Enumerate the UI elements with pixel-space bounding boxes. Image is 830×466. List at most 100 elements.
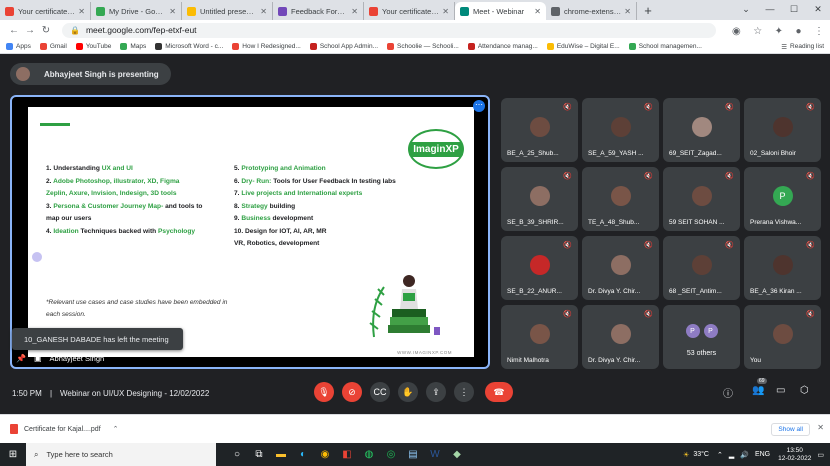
bookmark-item[interactable]: Maps — [120, 43, 146, 50]
browser-tab[interactable]: chrome-extension://...✕ — [546, 2, 637, 20]
presenting-pill[interactable]: Abhayjeet Singh is presenting — [10, 63, 171, 85]
menu-icon[interactable]: ⋮ — [814, 26, 824, 37]
windows-start-icon[interactable]: ⊞ — [0, 449, 26, 460]
app-icon[interactable]: ◆ — [446, 443, 468, 466]
tray-chevron-icon[interactable]: ⌃ — [717, 451, 723, 459]
browser-tab[interactable]: Feedback Form " We...✕ — [273, 2, 364, 20]
camera-off-button[interactable]: ⊘ — [342, 382, 362, 402]
bookmark-item[interactable]: YouTube — [75, 43, 111, 50]
browser-tab[interactable]: My Drive - Google Drive✕ — [91, 2, 182, 20]
close-tab-icon[interactable]: ✕ — [624, 7, 631, 16]
people-icon[interactable]: 👥 — [752, 385, 764, 396]
meeting-details-icon[interactable]: ⓘ — [723, 385, 733, 400]
system-clock[interactable]: 13:50 12-02-2022 — [778, 447, 811, 463]
participant-tile[interactable]: 🔇 SE_B_22_ANUR... — [501, 236, 578, 300]
pin-icon[interactable] — [32, 252, 42, 262]
task-view-icon[interactable]: ⧉ — [248, 443, 270, 466]
reading-list[interactable]: ☰ Reading list — [781, 43, 824, 51]
raise-hand-button[interactable]: ✋ — [398, 382, 418, 402]
participant-tile[interactable]: 🔇 69_SEIT_Zagad... — [663, 98, 740, 162]
taskbar-search[interactable]: ⌕ Type here to search — [26, 443, 216, 466]
bookmark-item[interactable]: Microsoft Word - c... — [155, 43, 223, 50]
pin-presentation-icon[interactable]: 📌 — [16, 354, 26, 363]
close-tab-icon[interactable]: ✕ — [78, 7, 85, 16]
present-now-button[interactable]: ⇪ — [426, 382, 446, 402]
more-options-icon[interactable]: ⋯ — [473, 100, 485, 112]
notifications-icon[interactable]: ▭ — [817, 451, 824, 459]
captions-button[interactable]: CC — [370, 382, 390, 402]
bookmark-item[interactable]: Attendance manag... — [467, 43, 538, 50]
network-icon[interactable]: ▂ — [729, 451, 734, 459]
cortana-icon[interactable]: ○ — [226, 443, 248, 466]
spotify-icon[interactable]: ◎ — [380, 443, 402, 466]
download-item[interactable]: Certificate for Kajal....pdf ⌃ — [10, 424, 119, 434]
chrome-icon[interactable]: ◉ — [314, 443, 336, 466]
leave-call-button[interactable]: ☎ — [485, 382, 513, 402]
participant-tile[interactable]: 🔇 SE_B_39_SHRIR... — [501, 167, 578, 231]
participant-tile[interactable]: 🔇 Dr. Divya Y. Chir... — [582, 236, 659, 300]
more-options-button[interactable]: ⋮ — [454, 382, 474, 402]
bookmark-item[interactable]: School App Admin... — [309, 43, 378, 50]
close-tab-icon[interactable]: ✕ — [442, 7, 449, 16]
store-icon[interactable]: ▤ — [402, 443, 424, 466]
participant-tile[interactable]: 🔇 02_Saloni Bhoir — [744, 98, 821, 162]
participant-tile[interactable]: 🔇 59 SEIT SOHAN ... — [663, 167, 740, 231]
bookmark-item[interactable]: Gmail — [39, 43, 67, 50]
back-icon[interactable]: ← — [6, 25, 22, 36]
edge-icon[interactable]: ◐ — [292, 443, 314, 466]
browser-tab[interactable]: Your certificate is here✕ — [0, 2, 91, 20]
extensions-icon[interactable]: ✦ — [775, 26, 783, 37]
close-tab-icon[interactable]: ✕ — [260, 7, 267, 16]
word-icon[interactable]: W — [424, 443, 446, 466]
participant-tile[interactable]: 🔇 SE_A_59_YASH ... — [582, 98, 659, 162]
logo-text: ImaginXP — [409, 141, 463, 157]
mic-off-button[interactable]: 🎙 — [314, 382, 334, 402]
weather-temp[interactable]: 33°C — [693, 451, 709, 458]
weather-icon[interactable]: ☀ — [683, 451, 689, 459]
participant-tile[interactable]: 🔇 Nimit Malhotra — [501, 305, 578, 369]
chat-icon[interactable]: ▭ — [776, 385, 785, 396]
participant-tile[interactable]: 🔇 You — [744, 305, 821, 369]
browser-tab[interactable]: Meet - Webinar ✕ — [455, 2, 546, 20]
participant-tile[interactable]: 🔇 BE_A_36 Kiran ... — [744, 236, 821, 300]
slide-text: development — [270, 215, 314, 222]
participant-tile[interactable]: P P 53 others — [663, 305, 740, 369]
close-icon[interactable]: ✕ — [806, 0, 830, 18]
activities-icon[interactable]: ⬡ — [800, 385, 809, 396]
forward-icon[interactable]: → — [22, 25, 38, 36]
bookmark-item[interactable]: School managemen... — [628, 43, 702, 50]
input-language[interactable]: ENG — [755, 451, 770, 458]
new-tab-button[interactable]: + — [637, 2, 659, 20]
participant-tile[interactable]: 🔇 Dr. Divya Y. Chir... — [582, 305, 659, 369]
whatsapp-icon[interactable]: ◍ — [358, 443, 380, 466]
reload-icon[interactable]: ↻ — [38, 25, 54, 36]
minimize-icon[interactable]: — — [758, 0, 782, 18]
participant-tile[interactable]: 🔇 TE_A_48_Shub... — [582, 167, 659, 231]
url-field[interactable]: 🔒 meet.google.com/fep-etxf-eut — [62, 22, 717, 38]
bookmark-item[interactable]: EduWise – Digital E... — [546, 43, 620, 50]
volume-icon[interactable]: 🔊 — [740, 451, 749, 459]
bookmark-item[interactable]: Apps — [6, 43, 31, 50]
participant-tile[interactable]: 🔇 68 _SEIT_Antim... — [663, 236, 740, 300]
office-icon[interactable]: ◧ — [336, 443, 358, 466]
close-tab-icon[interactable]: ✕ — [534, 7, 541, 16]
star-icon[interactable]: ☆ — [753, 26, 762, 37]
chevron-down-icon[interactable]: ⌄ — [734, 0, 758, 18]
bookmark-item[interactable]: Schoolie — Schooli... — [387, 43, 459, 50]
camera-icon[interactable]: ◉ — [732, 26, 741, 37]
show-all-button[interactable]: Show all — [771, 423, 810, 436]
chevron-up-icon[interactable]: ⌃ — [113, 425, 119, 433]
present-screen-icon[interactable]: ▣ — [34, 354, 42, 363]
browser-tab[interactable]: Untitled presentation✕ — [182, 2, 273, 20]
url-text: meet.google.com/fep-etxf-eut — [85, 25, 197, 35]
profile-avatar[interactable]: ● — [796, 26, 802, 37]
close-downloads-icon[interactable]: ✕ — [817, 423, 824, 432]
bookmark-item[interactable]: How I Redesigned... — [232, 43, 301, 50]
maximize-icon[interactable]: ☐ — [782, 0, 806, 18]
browser-tab[interactable]: Your certificate is here✕ — [364, 2, 455, 20]
participant-tile[interactable]: 🔇 BE_A_25_Shub... — [501, 98, 578, 162]
participant-tile[interactable]: 🔇 P Prerana Vishwa... — [744, 167, 821, 231]
close-tab-icon[interactable]: ✕ — [351, 7, 358, 16]
close-tab-icon[interactable]: ✕ — [169, 7, 176, 16]
file-explorer-icon[interactable]: ▬ — [270, 443, 292, 466]
